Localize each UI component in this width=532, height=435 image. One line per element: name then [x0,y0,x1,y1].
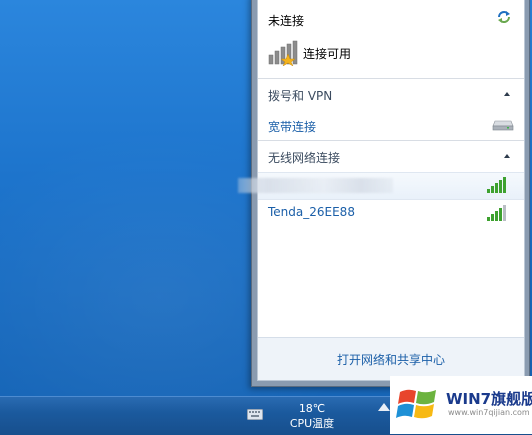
connections-available-row: 连接可用 [268,40,351,66]
keyboard-icon[interactable] [247,409,263,420]
windows-logo-icon [396,389,436,419]
watermark-title: WIN7旗舰版 [446,390,532,408]
connections-available-label: 连接可用 [303,46,352,61]
cpu-temperature-value: 18℃ [298,402,326,415]
wifi-network-item[interactable]: Tenda_26EE88 [258,199,524,227]
vpn-section-header[interactable]: 拨号和 VPN [258,79,524,109]
refresh-icon[interactable] [496,9,512,25]
flyout-footer: 打开网络和共享中心 [258,337,524,380]
wireless-section-label: 无线网络连接 [268,151,341,165]
show-hidden-icons-arrow-icon[interactable] [378,403,390,411]
signal-strength-icon [487,177,506,193]
collapse-chevron-icon[interactable] [504,92,510,96]
collapse-chevron-icon[interactable] [504,154,510,158]
signal-strength-icon [487,205,506,221]
connection-status-title: 未连接 [268,14,305,28]
network-flyout-content: 未连接 连接可用 拨号和 VPN 宽带连接 无线网络连接 Tenda_26EE8… [238,0,525,381]
blurred-network-name [238,178,393,193]
watermark-url: www.win7qijian.com [448,408,530,417]
vpn-section-label: 拨号和 VPN [268,89,333,103]
network-sharing-center-link[interactable]: 打开网络和共享中心 [258,351,524,368]
connections-available-icon [268,40,298,66]
network-flyout: 未连接 连接可用 拨号和 VPN 宽带连接 无线网络连接 Tenda_26EE8… [238,0,530,387]
broadband-connection-item[interactable]: 宽带连接 [258,109,524,141]
wifi-network-name[interactable]: Tenda_26EE88 [268,205,355,219]
connection-status-section: 未连接 连接可用 [258,0,524,79]
wifi-network-item[interactable] [238,172,524,200]
wireless-section-header[interactable]: 无线网络连接 [258,141,524,171]
broadband-connection-label[interactable]: 宽带连接 [268,118,316,135]
cpu-temperature-indicator[interactable]: 18℃ CPU温度 [286,401,338,431]
site-watermark: WIN7旗舰版 www.win7qijian.com [390,376,532,434]
cpu-temperature-label: CPU温度 [289,417,335,430]
broadband-modem-icon [492,120,514,131]
